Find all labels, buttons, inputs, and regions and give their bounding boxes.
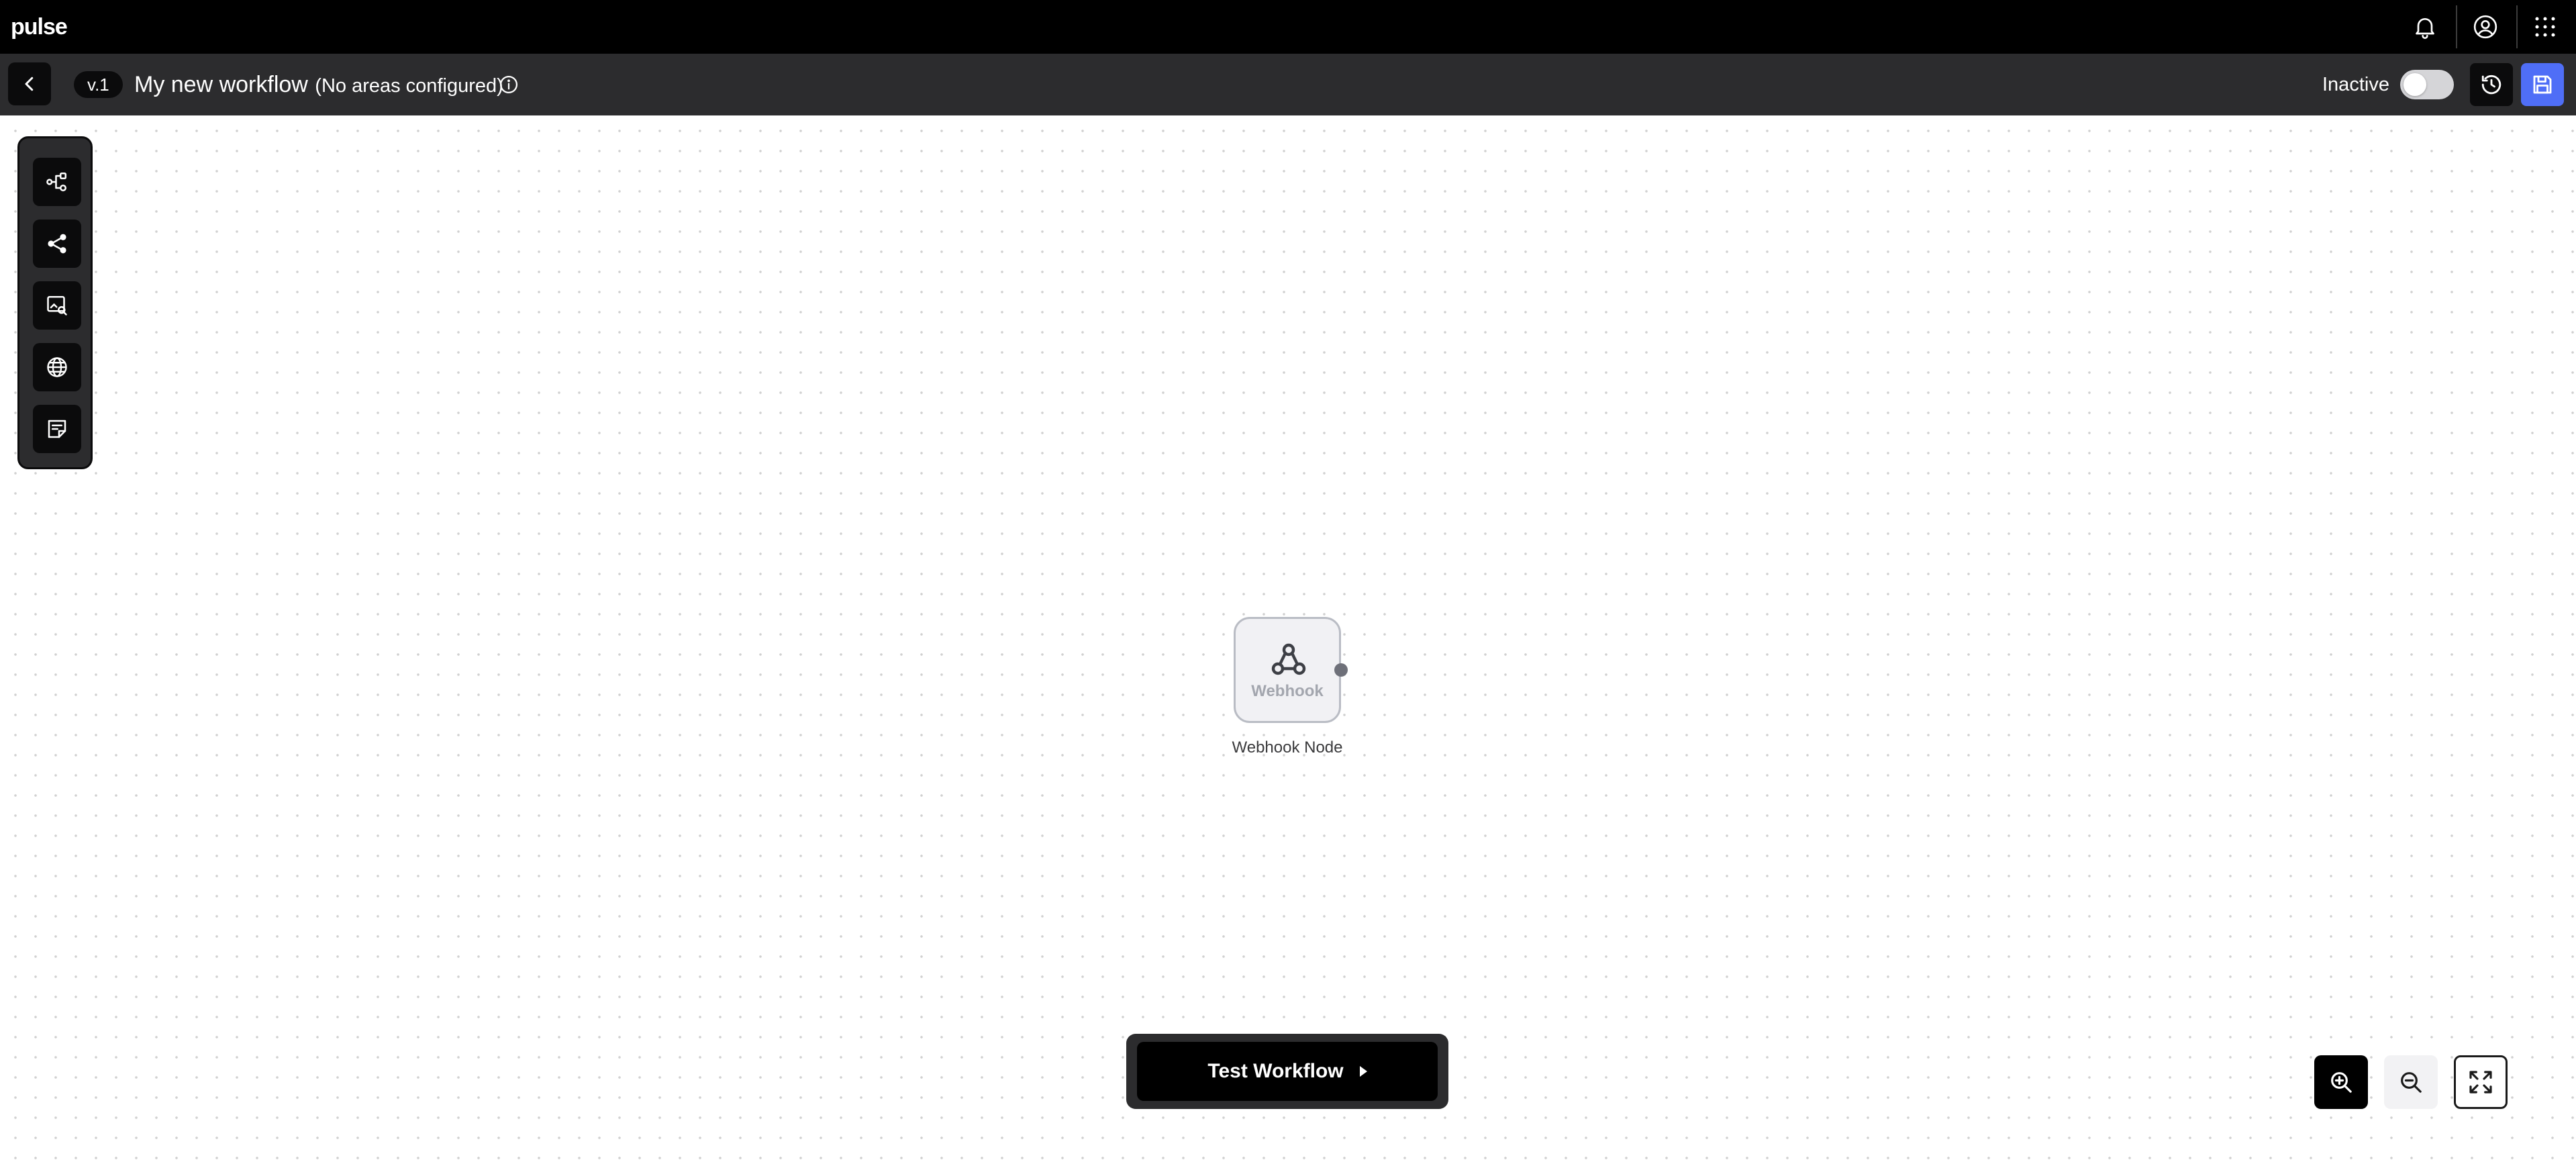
bell-icon[interactable] <box>2405 7 2445 47</box>
zoom-in-icon <box>2331 1072 2352 1093</box>
share-branch-icon <box>48 234 66 254</box>
app-logo[interactable]: pulse <box>11 8 68 46</box>
save-icon <box>2533 75 2552 94</box>
zoom-out-icon <box>2401 1072 2422 1093</box>
play-arrow-icon <box>1359 1066 1367 1077</box>
apps-grid-icon[interactable] <box>2525 7 2565 47</box>
workflow-header: v.1 My new workflow (No areas configured… <box>0 54 2576 115</box>
globe-icon <box>47 357 67 377</box>
divider <box>2456 5 2457 48</box>
workflow-title[interactable]: My new workflow (No areas configured) <box>134 70 503 99</box>
webhook-node[interactable]: Webhook <box>1234 617 1341 723</box>
status-label: Inactive <box>2322 74 2389 95</box>
toggle-knob <box>2404 73 2426 96</box>
version-badge: v.1 <box>74 71 123 98</box>
node-caption: Webhook Node <box>1232 738 1343 757</box>
test-workflow-label: Test Workflow <box>1207 1060 1344 1082</box>
node-label: Webhook <box>1251 682 1324 700</box>
node-output-handle[interactable] <box>1334 663 1348 677</box>
top-navigation-bar: pulse <box>0 0 2576 54</box>
save-button[interactable] <box>2521 63 2564 106</box>
user-circle-icon[interactable] <box>2465 7 2506 47</box>
test-workflow-panel: Test Workflow <box>1126 1034 1448 1109</box>
fit-view-icon <box>2469 1071 2492 1094</box>
test-workflow-button[interactable]: Test Workflow <box>1137 1042 1438 1101</box>
node-palette <box>17 136 93 469</box>
chevron-left-icon <box>25 77 34 91</box>
sticky-note-icon <box>48 420 66 438</box>
palette-tool-share[interactable] <box>33 220 81 268</box>
fit-view-button[interactable] <box>2454 1055 2508 1109</box>
flow-nodes-icon <box>46 172 67 192</box>
webhook-icon <box>1267 639 1310 682</box>
zoom-in-button[interactable] <box>2314 1055 2368 1109</box>
zoom-out-button[interactable] <box>2384 1055 2438 1109</box>
image-search-icon <box>47 295 67 316</box>
palette-tool-globe[interactable] <box>33 343 81 391</box>
history-button[interactable] <box>2470 63 2513 106</box>
palette-tool-image-search[interactable] <box>33 281 81 330</box>
back-button[interactable] <box>8 62 51 105</box>
history-icon <box>2481 75 2501 95</box>
divider <box>2516 5 2518 48</box>
info-icon[interactable] <box>498 74 519 95</box>
workflow-note: (No areas configured) <box>315 75 503 97</box>
palette-tool-note[interactable] <box>33 405 81 453</box>
active-toggle[interactable] <box>2400 70 2454 99</box>
workflow-name: My new workflow <box>134 72 308 97</box>
palette-tool-flow[interactable] <box>33 158 81 206</box>
